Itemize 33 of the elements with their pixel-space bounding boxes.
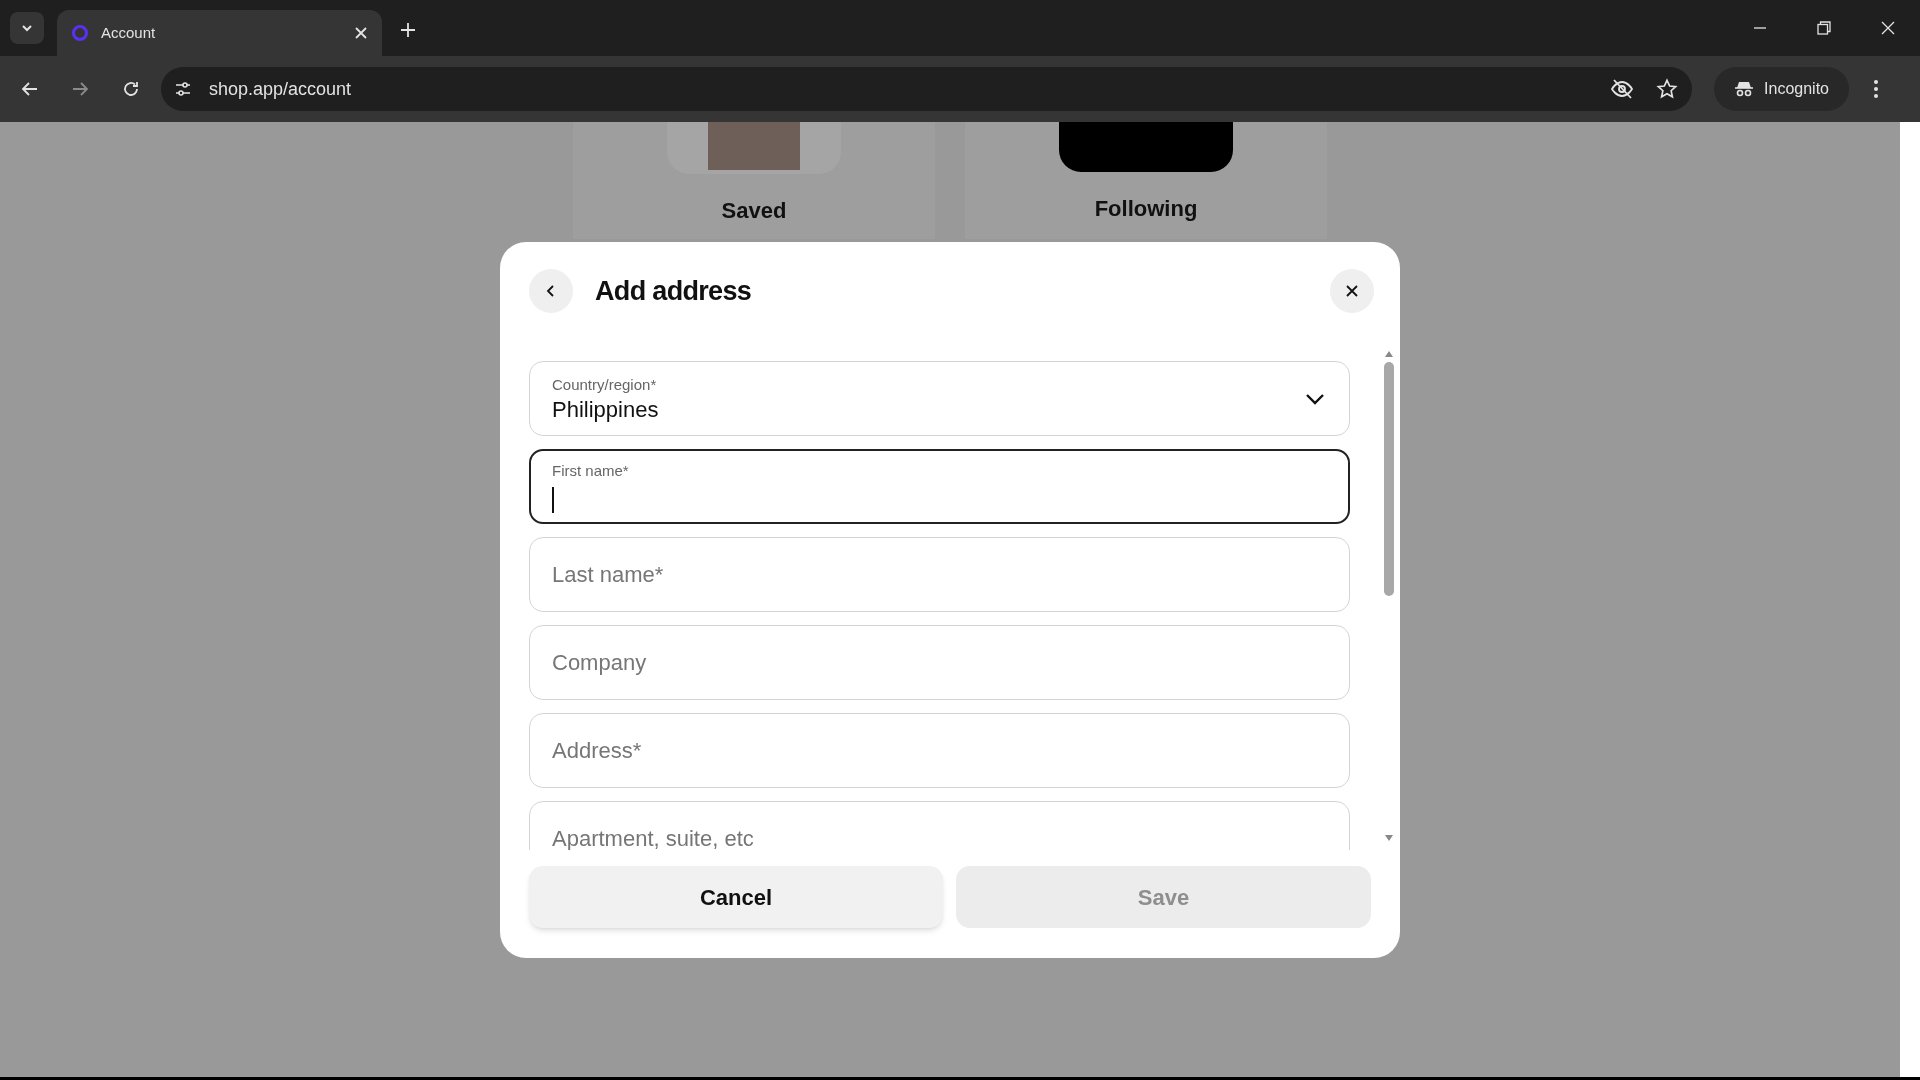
input-field[interactable]: First name*	[529, 449, 1350, 524]
site-settings-icon[interactable]	[173, 79, 193, 99]
input-field[interactable]: Last name*	[529, 537, 1350, 612]
scrollbar-thumb[interactable]	[1384, 362, 1394, 596]
input-field[interactable]: Apartment, suite, etc	[529, 801, 1350, 850]
card-label: Following	[1094, 195, 1198, 223]
country-select[interactable]: Country/region* Philippines	[529, 361, 1350, 436]
close-tab-icon[interactable]	[354, 26, 368, 40]
text-caret	[552, 486, 554, 513]
address-bar[interactable]: shop.app/account	[161, 67, 1692, 111]
favicon-icon	[71, 24, 89, 42]
star-icon[interactable]	[1656, 78, 1678, 100]
url-text: shop.app/account	[209, 77, 353, 101]
new-tab-icon[interactable]	[400, 22, 416, 38]
eye-crossed-icon[interactable]	[1610, 77, 1634, 101]
tab-search-button[interactable]	[10, 12, 44, 44]
chevron-down-icon	[21, 22, 33, 34]
menu-icon[interactable]	[1873, 79, 1879, 99]
input-field[interactable]: Company	[529, 625, 1350, 700]
incognito-icon	[1734, 79, 1755, 99]
reload-icon[interactable]	[121, 79, 141, 99]
card-label: Saved	[721, 197, 787, 225]
dialog-button[interactable]: Cancel	[529, 866, 943, 928]
dialog-title: Add address	[595, 274, 753, 308]
browser-tab[interactable]: Account	[57, 10, 382, 56]
incognito-badge[interactable]: Incognito	[1714, 67, 1849, 111]
close-icon	[1345, 284, 1359, 298]
scroll-up-arrow-icon[interactable]	[1384, 350, 1394, 358]
close-button[interactable]	[1330, 269, 1374, 313]
close-window-icon[interactable]	[1880, 20, 1896, 36]
restore-icon[interactable]	[1816, 20, 1832, 36]
scroll-down-arrow-icon[interactable]	[1384, 834, 1394, 842]
input-field[interactable]: Address*	[529, 713, 1350, 788]
